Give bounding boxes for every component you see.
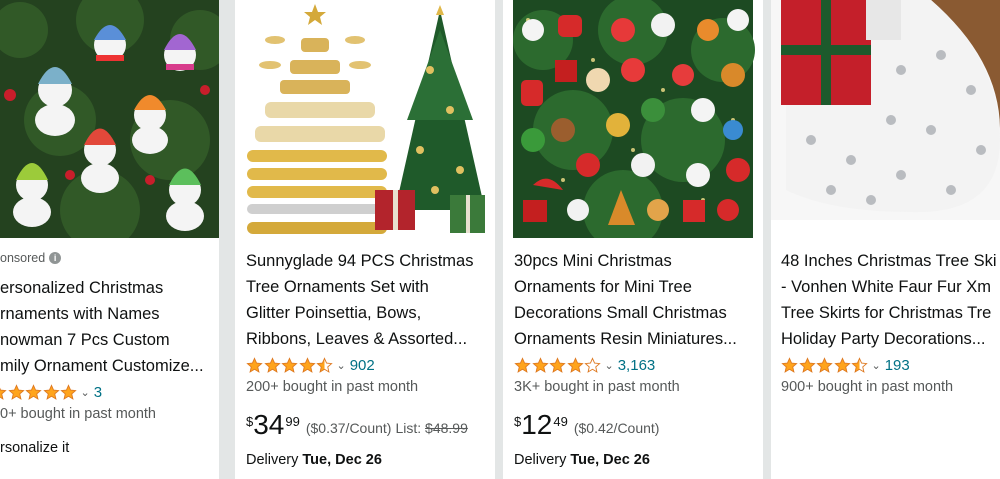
product-info-2: Sunnyglade 94 PCS Christmas Tree Ornamen… [235, 238, 495, 479]
product-image-sunnyglade-set[interactable] [235, 0, 495, 238]
unit-price: ($0.37/Count) [305, 420, 392, 436]
title-line: mily Ornament Customize... [0, 357, 204, 375]
delivery-date: Tue, Dec 26 [302, 452, 382, 468]
star-icon [584, 356, 601, 373]
tree-skirt-picture [771, 0, 1000, 238]
title-line: 48 Inches Christmas Tree Ski [781, 252, 997, 270]
star-icon [7, 383, 25, 400]
delivery-info: Delivery Tue, Dec 26 [246, 452, 382, 468]
title-line: - Vonhen White Faur Fur Xm [781, 278, 991, 296]
product-info-1: onsored i ersonalized Christmas rnaments… [0, 238, 219, 479]
rating-count[interactable]: 3,163 [618, 357, 656, 374]
chevron-down-icon[interactable]: ⌄ [872, 359, 881, 372]
product-title-1[interactable]: ersonalized Christmas rnaments with Name… [0, 275, 204, 379]
star-icon [514, 356, 531, 373]
rating-count[interactable]: 902 [350, 357, 375, 374]
title-line: Holiday Party Decorations... [781, 330, 986, 348]
price-row[interactable]: $ 12 49 ($0.42/Count) [514, 410, 659, 440]
rating-stars [781, 356, 869, 374]
chevron-down-icon[interactable]: ⌄ [337, 359, 346, 372]
rating-stars [514, 356, 602, 374]
delivery-label: Delivery [514, 452, 567, 468]
product-card-4[interactable]: 48 Inches Christmas Tree Ski - Vonhen Wh… [771, 0, 1000, 479]
star-icon [316, 356, 333, 373]
star-icon [281, 356, 298, 373]
list-price-value: $48.99 [425, 420, 468, 436]
star-icon [851, 356, 868, 373]
price-currency: $ [514, 414, 522, 429]
star-icon [25, 383, 42, 400]
unit-price: ($0.42/Count) [573, 420, 660, 436]
price-fraction: 99 [285, 414, 300, 429]
product-image-snowman-ornaments[interactable] [0, 0, 219, 238]
star-icon [549, 356, 566, 373]
title-line: 30pcs Mini Christmas [514, 252, 672, 270]
product-card-1[interactable]: onsored i ersonalized Christmas rnaments… [0, 0, 219, 479]
star-icon [263, 356, 281, 373]
star-icon [798, 356, 816, 373]
price-currency: $ [246, 414, 254, 429]
product-card-3[interactable]: 30pcs Mini Christmas Ornaments for Mini … [503, 0, 763, 479]
rating-row[interactable]: ⌄ 902 [246, 355, 375, 375]
personalize-link[interactable]: rsonalize it [0, 440, 69, 456]
sunnyglade-ornaments-picture [235, 0, 495, 238]
star-icon [298, 356, 316, 373]
title-line: Ornaments for Mini Tree [514, 278, 692, 296]
title-line: Ornaments Resin Miniatures... [514, 330, 737, 348]
rating-stars [0, 383, 78, 401]
delivery-label: Delivery [246, 452, 299, 468]
star-icon [781, 356, 798, 373]
info-icon[interactable]: i [49, 252, 62, 264]
chevron-down-icon[interactable]: ⌄ [81, 386, 90, 399]
bought-past-month: 3K+ bought in past month [514, 379, 680, 395]
title-line: rnaments with Names [0, 305, 160, 323]
mini-ornaments-picture [503, 0, 763, 238]
list-price: List: $48.99 [395, 420, 467, 436]
chevron-down-icon[interactable]: ⌄ [605, 359, 614, 372]
rating-stars [246, 356, 334, 374]
title-line: nowman 7 Pcs Custom [0, 331, 170, 349]
star-icon [816, 356, 833, 373]
title-line: Ribbons, Leaves & Assorted... [246, 330, 468, 348]
price-fraction: 49 [553, 414, 568, 429]
product-image-mini-ornaments[interactable] [503, 0, 763, 238]
star-icon [246, 356, 263, 373]
bought-past-month: 200+ bought in past month [246, 379, 419, 395]
price-whole: 12 [521, 409, 553, 440]
price-row[interactable]: $ 34 99 ($0.37/Count) List: $48.99 [246, 410, 468, 440]
star-icon [42, 383, 60, 400]
star-icon [566, 356, 584, 373]
product-info-3: 30pcs Mini Christmas Ornaments for Mini … [503, 238, 763, 479]
bought-past-month: 0+ bought in past month [0, 406, 156, 422]
rating-row[interactable]: ⌄ 193 [781, 355, 910, 375]
title-line: Tree Ornaments Set with [246, 278, 429, 296]
snowman-ornaments-picture [0, 0, 219, 238]
star-icon [531, 356, 549, 373]
title-line: ersonalized Christmas [0, 279, 164, 297]
product-info-4: 48 Inches Christmas Tree Ski - Vonhen Wh… [771, 238, 1000, 479]
delivery-info: Delivery Tue, Dec 26 [514, 452, 650, 468]
product-card-2[interactable]: Sunnyglade 94 PCS Christmas Tree Ornamen… [235, 0, 495, 479]
product-title-2[interactable]: Sunnyglade 94 PCS Christmas Tree Ornamen… [246, 248, 473, 352]
title-line: Decorations Small Christmas [514, 304, 727, 322]
rating-row[interactable]: ⌄ 3,163 [514, 355, 655, 375]
product-title-4[interactable]: 48 Inches Christmas Tree Ski - Vonhen Wh… [781, 248, 997, 352]
list-price-label: List: [395, 420, 422, 436]
sponsored-label[interactable]: onsored i [0, 251, 62, 265]
product-image-tree-skirt[interactable] [771, 0, 1000, 238]
rating-count[interactable]: 3 [94, 384, 102, 401]
sponsored-text: onsored [0, 251, 46, 265]
rating-count[interactable]: 193 [885, 357, 910, 374]
rating-row[interactable]: ⌄ 3 [0, 382, 102, 402]
delivery-date: Tue, Dec 26 [570, 452, 650, 468]
title-line: Sunnyglade 94 PCS Christmas [246, 252, 474, 270]
product-title-3[interactable]: 30pcs Mini Christmas Ornaments for Mini … [514, 248, 737, 352]
title-line: Glitter Poinsettia, Bows, [246, 304, 422, 322]
star-icon [833, 356, 851, 373]
bought-past-month: 900+ bought in past month [781, 379, 954, 395]
price-whole: 34 [253, 409, 285, 440]
title-line: Tree Skirts for Christmas Tre [781, 304, 992, 322]
star-icon [60, 383, 77, 400]
star-icon [0, 387, 7, 400]
